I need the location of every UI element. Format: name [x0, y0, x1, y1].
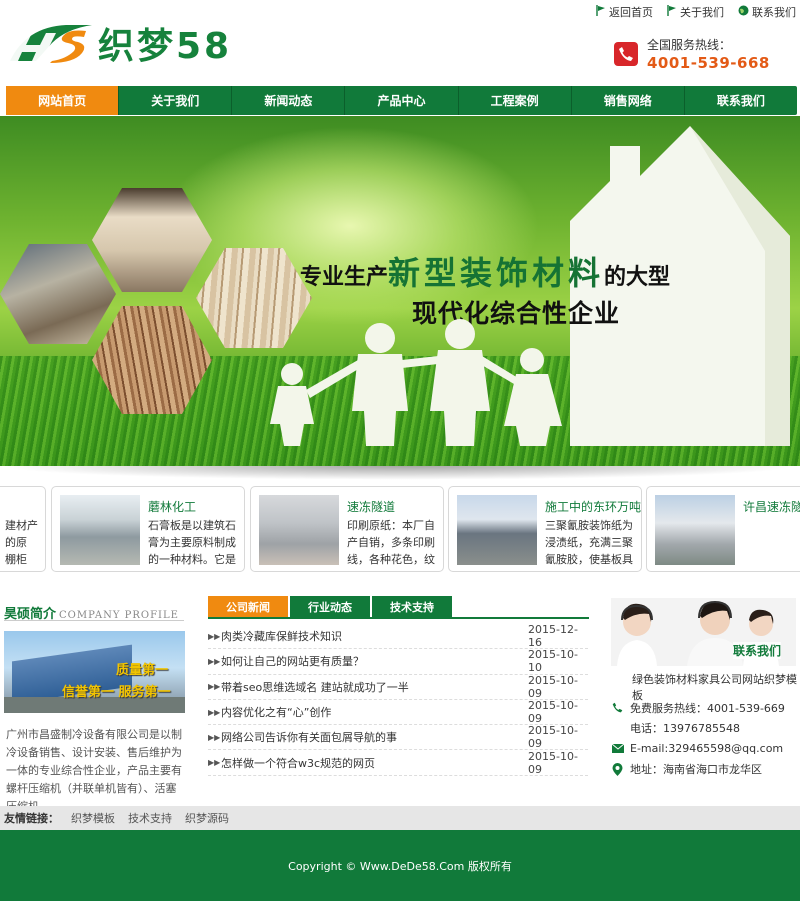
- header: 织梦58 返回首页 关于我们 联系我们 全国服务热线： 4001-539-668: [0, 0, 800, 86]
- about-image[interactable]: 质量第一 信誉第一 服务第一: [4, 631, 185, 713]
- paper-family-cutout: [270, 319, 562, 446]
- case-image: [457, 495, 537, 565]
- news-item[interactable]: ▶▶ 带着seo思维选域名 建站就成功了一半 2015-10-09: [208, 674, 588, 700]
- case-desc: 建材产 的原 棚柜: [5, 519, 38, 566]
- contact-label: 联系我们: [733, 642, 782, 659]
- top-links: 返回首页 关于我们 联系我们: [596, 4, 796, 20]
- case-card[interactable]: 速冻隧道 印刷原纸：本厂自产自销，多条印刷线，各种花色，纹理: [250, 486, 444, 572]
- bullet-icon: ▶▶: [208, 631, 221, 641]
- case-image: [60, 495, 140, 565]
- nav-item-cases[interactable]: 工程案例: [459, 86, 572, 115]
- friend-link[interactable]: 织梦模板: [71, 810, 115, 826]
- tab-industry-news[interactable]: 行业动态: [290, 596, 370, 617]
- case-desc: 石膏板是以建筑石膏为主要原料制成的一种材料。它是一: [148, 519, 236, 566]
- news-list: ▶▶ 肉类冷藏库保鲜技术知识 2015-12-16 ▶▶ 如何让自己的网站更有质量？ 2…: [208, 623, 588, 776]
- phone-icon: [612, 702, 630, 713]
- case-image: [259, 495, 339, 565]
- case-desc: 印刷原纸：本厂自产自销，多条印刷线，各种花色，纹理: [347, 519, 435, 566]
- friend-links: 友情链接： 织梦模板 技术支持 织梦源码: [0, 806, 800, 830]
- case-title: 速冻隧道: [347, 500, 396, 514]
- location-pin-icon: [612, 762, 630, 776]
- bullet-icon: ▶▶: [208, 656, 221, 666]
- news-item[interactable]: ▶▶ 网络公司告诉你有关面包屑导航的事 2015-10-09: [208, 724, 588, 751]
- news-item[interactable]: ▶▶ 内容优化之有“心”创作 2015-10-09: [208, 699, 588, 726]
- contact-phone: 电话：13976785548: [630, 722, 740, 736]
- about-text: 广州市昌盛制冷设备有限公司是以制冷设备销售、设计安装、售后维护为一体的专业综合性…: [6, 728, 182, 813]
- phone-icon: [614, 42, 638, 66]
- bullet-icon: ▶▶: [208, 758, 221, 768]
- nav-item-products[interactable]: 产品中心: [345, 86, 459, 115]
- case-card[interactable]: 建材产 的原 棚柜: [0, 486, 46, 572]
- friend-link[interactable]: 技术支持: [128, 810, 172, 826]
- case-title: 蘑林化工: [148, 500, 197, 514]
- nav-item-news[interactable]: 新闻动态: [232, 86, 346, 115]
- case-card[interactable]: 蘑林化工 石膏板是以建筑石膏为主要原料制成的一种材料。它是一: [51, 486, 245, 572]
- friend-links-label: 友情链接：: [4, 812, 59, 825]
- hotline-label: 全国服务热线：: [647, 38, 732, 52]
- case-desc: 三聚氰胺装饰纸为浸渍纸，充满三聚氰胺胶，使基板具有: [545, 519, 633, 566]
- flag-icon: [667, 5, 677, 19]
- hotline-number: 4001-539-668: [647, 54, 770, 72]
- mail-icon: [612, 744, 630, 754]
- hotline: 全国服务热线： 4001-539-668: [614, 36, 770, 72]
- flag-icon: [596, 5, 606, 19]
- top-link-about[interactable]: 关于我们: [667, 4, 724, 20]
- divider: [208, 617, 589, 619]
- bullet-icon: ▶▶: [208, 682, 221, 692]
- case-card[interactable]: 施工中的东环万吨 三聚氰胺装饰纸为浸渍纸，充满三聚氰胺胶，使基板具有: [448, 486, 642, 572]
- nav-item-about[interactable]: 关于我们: [119, 86, 233, 115]
- contact-info: 绿色装饰材料家具公司网站织梦模板 免费服务热线：4001-539-669 电话：…: [612, 673, 800, 780]
- friend-link[interactable]: 织梦源码: [185, 810, 229, 826]
- nav-item-home[interactable]: 网站首页: [6, 86, 120, 115]
- news-item[interactable]: ▶▶ 怎样做一个符合w3c规范的网页 2015-10-09: [208, 750, 588, 776]
- tab-company-news[interactable]: 公司新闻: [208, 596, 288, 617]
- case-image: [655, 495, 735, 565]
- about-image-text-2: 信誉第一 服务第一: [62, 685, 171, 700]
- globe-icon: [738, 5, 749, 19]
- divider: [4, 620, 184, 621]
- case-carousel: 建材产 的原 棚柜 蘑林化工 石膏板是以建筑石膏为主要原料制成的一种材料。它是一…: [0, 486, 800, 572]
- hero-banner[interactable]: 专业生产新型装饰材料的大型 现代化综合性企业: [0, 116, 800, 466]
- case-title: 施工中的东环万吨: [545, 500, 642, 514]
- banner-shadow: [0, 466, 800, 480]
- copyright: Copyright © Www.DeDe58.Com 版权所有: [288, 859, 512, 873]
- contact-address: 地址：海南省海口市龙华区: [612, 759, 800, 780]
- footer: Copyright © Www.DeDe58.Com 版权所有: [0, 830, 800, 901]
- contact-hotline: 免费服务热线：4001-539-669: [612, 698, 800, 719]
- logo-mark: [6, 21, 92, 65]
- case-card[interactable]: 许昌速冻隧: [646, 486, 800, 572]
- top-link-home[interactable]: 返回首页: [596, 4, 653, 20]
- contact-company: 绿色装饰材料家具公司网站织梦模板: [632, 673, 797, 703]
- news-item[interactable]: ▶▶ 如何让自己的网站更有质量？ 2015-10-10: [208, 648, 588, 675]
- case-title: 许昌速冻隧: [743, 500, 800, 514]
- bullet-icon: ▶▶: [208, 707, 221, 717]
- news-item[interactable]: ▶▶ 肉类冷藏库保鲜技术知识 2015-12-16: [208, 623, 588, 650]
- bullet-icon: ▶▶: [208, 732, 221, 742]
- nav-item-contact[interactable]: 联系我们: [685, 86, 797, 115]
- banner-slogan-line1: 专业生产新型装饰材料的大型: [300, 254, 671, 292]
- about-image-text-1: 质量第一: [116, 663, 169, 678]
- nav-item-sales[interactable]: 销售网络: [572, 86, 685, 115]
- top-link-contact[interactable]: 联系我们: [738, 4, 796, 20]
- brand-name: 织梦58: [98, 26, 233, 67]
- hex-image-factory: [0, 244, 116, 344]
- main-nav: 网站首页 关于我们 新闻动态 产品中心 工程案例 销售网络 联系我们: [6, 86, 797, 115]
- contact-email: E-mail:329465598@qq.com: [612, 739, 800, 760]
- tab-tech-support[interactable]: 技术支持: [372, 596, 452, 617]
- news-tabs: 公司新闻 行业动态 技术支持: [208, 596, 452, 617]
- site-logo[interactable]: 织梦58: [6, 20, 233, 67]
